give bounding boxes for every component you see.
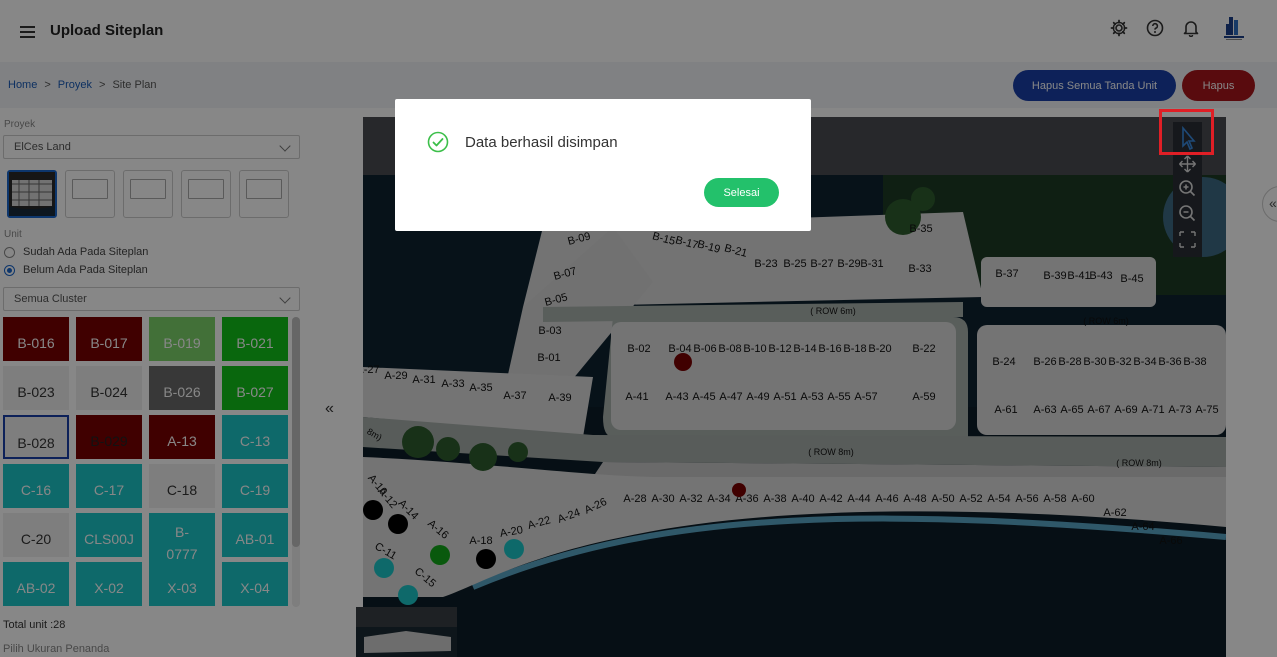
success-dialog: Data berhasil disimpan Selesai: [395, 99, 811, 231]
upload-siteplan-app: Upload Siteplan Home > Proyek > Site Plan Ha…: [0, 0, 1277, 657]
success-message: Data berhasil disimpan: [465, 134, 618, 151]
highlight-box: [1159, 109, 1214, 155]
selesai-button[interactable]: Selesai: [704, 178, 779, 207]
success-check-icon: [427, 131, 449, 153]
